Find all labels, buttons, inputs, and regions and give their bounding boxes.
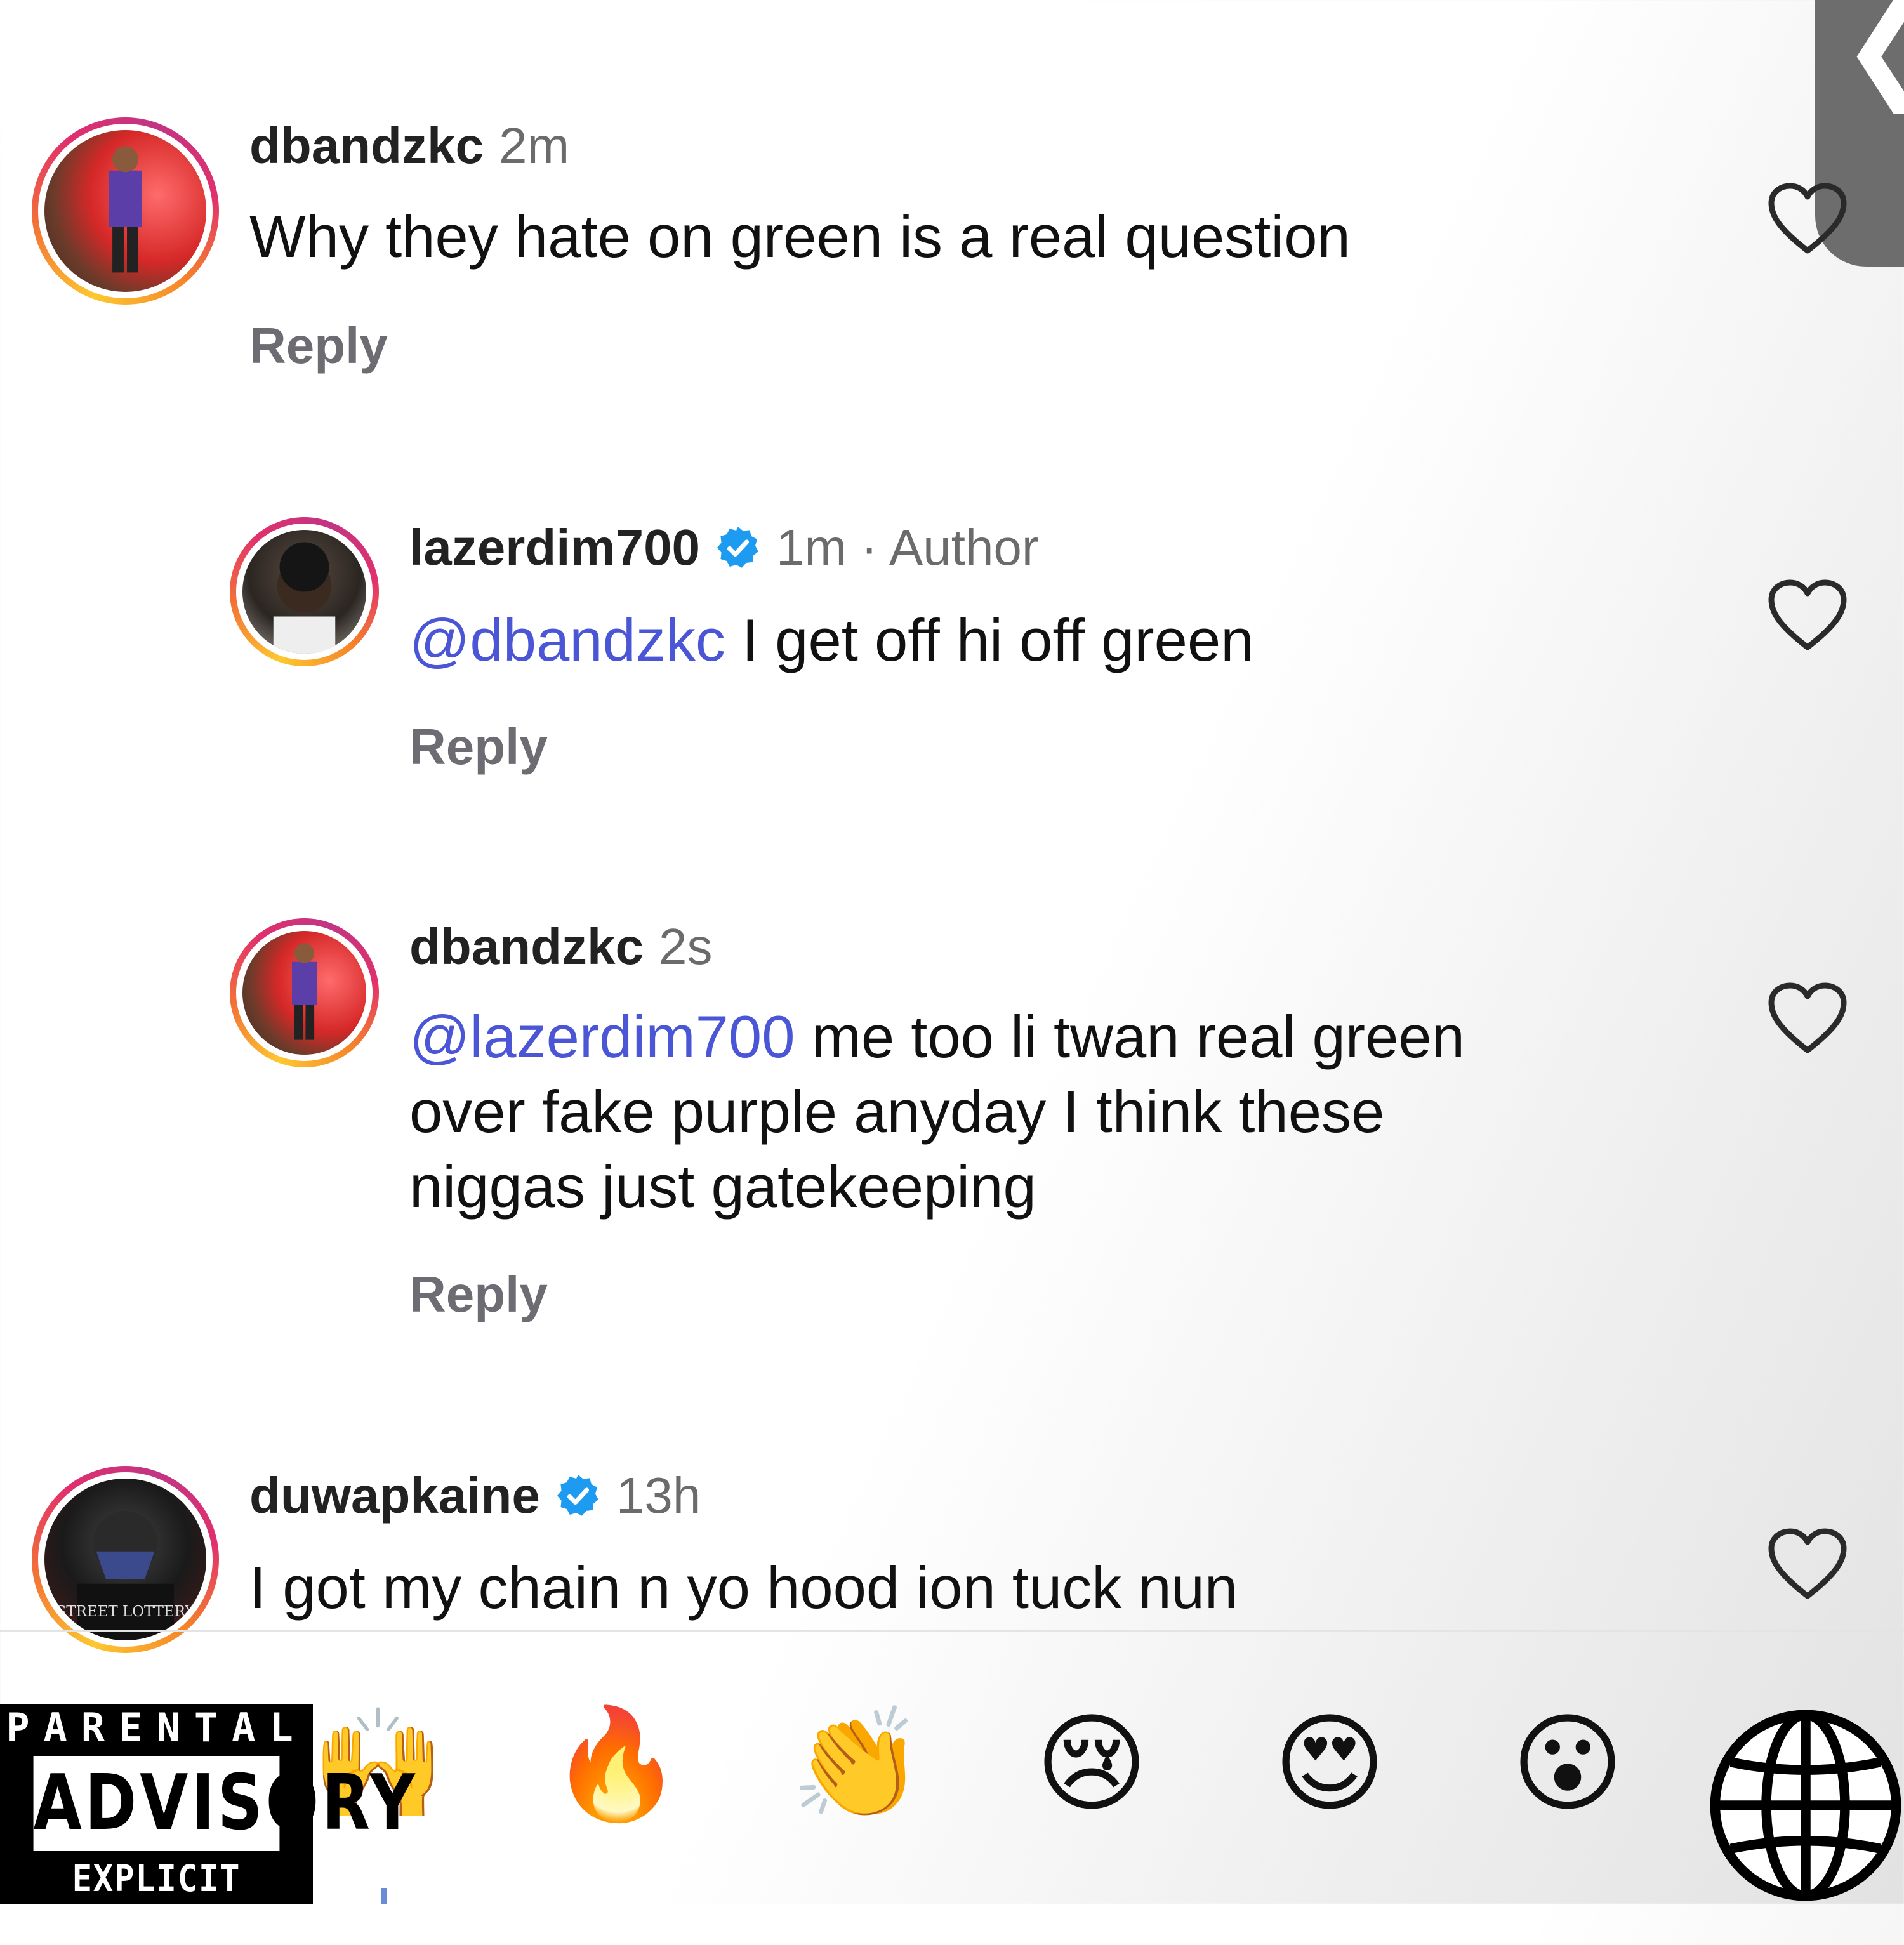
parental-advisory-label: PARENTAL ADVISORY EXPLICIT CONTENT bbox=[0, 1704, 415, 1944]
comment-username[interactable]: dbandzkc bbox=[249, 117, 484, 175]
reply-button[interactable]: Reply bbox=[409, 718, 548, 775]
avatar-photo bbox=[44, 130, 206, 292]
avatar[interactable] bbox=[32, 117, 219, 305]
comment-text-line: @lazerdim700 me too li twan real green bbox=[409, 999, 1465, 1074]
avatar[interactable] bbox=[230, 918, 379, 1067]
advisory-line2: ADVISORY bbox=[33, 1756, 415, 1851]
avatar-photo bbox=[242, 530, 366, 654]
globe-icon bbox=[1710, 1710, 1901, 1901]
heart-icon[interactable] bbox=[1766, 1526, 1849, 1602]
comment-text: @dbandzkc I get off hi off green bbox=[409, 603, 1254, 678]
emoji-clapping[interactable]: 👏 bbox=[790, 1701, 925, 1828]
chevron-left-icon: ❮ bbox=[1841, 0, 1904, 114]
comment-username[interactable]: duwapkaine bbox=[249, 1467, 540, 1524]
avatar[interactable]: STREET LOTTERY bbox=[32, 1466, 219, 1653]
comment-text-body: I get off hi off green bbox=[725, 607, 1254, 673]
avatar-photo bbox=[242, 931, 366, 1055]
verified-badge-icon bbox=[717, 527, 758, 568]
comment-text-line: niggas just gatekeeping bbox=[409, 1153, 1036, 1220]
comment-text: Why they hate on green is a real questio… bbox=[249, 203, 1351, 270]
composer-divider bbox=[0, 1630, 1904, 1632]
advisory-line3: EXPLICIT CONTENT bbox=[72, 1857, 241, 1944]
comment-text-line: over fake purple anyday I think these bbox=[409, 1078, 1385, 1145]
reply-button[interactable]: Reply bbox=[249, 317, 388, 374]
emoji-surprised[interactable]: 😮 bbox=[1504, 1701, 1631, 1828]
comment-timestamp: 2m bbox=[498, 117, 570, 174]
avatar-caption: STREET LOTTERY bbox=[56, 1604, 195, 1620]
advisory-line1: PARENTAL bbox=[6, 1704, 307, 1751]
comment-timestamp: 1m · Author bbox=[776, 519, 1039, 576]
verified-badge-icon bbox=[557, 1475, 598, 1516]
comment-text-body: me too li twan real green bbox=[795, 1003, 1465, 1070]
comment-input-caret[interactable] bbox=[381, 1888, 387, 1904]
emoji-crying[interactable]: 😢 bbox=[1028, 1701, 1155, 1828]
comment-username[interactable]: lazerdim700 bbox=[409, 519, 700, 576]
emoji-fire[interactable]: 🔥 bbox=[549, 1701, 684, 1828]
comment-username[interactable]: dbandzkc bbox=[409, 918, 644, 975]
mention-link[interactable]: @dbandzkc bbox=[409, 607, 725, 673]
reply-button[interactable]: Reply bbox=[409, 1266, 548, 1323]
comment-timestamp: 2s bbox=[658, 918, 713, 975]
avatar-photo: STREET LOTTERY bbox=[44, 1479, 206, 1640]
comment-text: I got my chain n yo hood ion tuck nun bbox=[249, 1554, 1238, 1621]
heart-icon[interactable] bbox=[1766, 181, 1849, 257]
heart-icon[interactable] bbox=[1766, 577, 1849, 654]
mention-link[interactable]: @lazerdim700 bbox=[409, 1003, 795, 1070]
emoji-heart-eyes[interactable]: 😍 bbox=[1266, 1701, 1393, 1828]
heart-icon[interactable] bbox=[1766, 980, 1849, 1057]
comment-timestamp: 13h bbox=[616, 1467, 701, 1524]
avatar[interactable] bbox=[230, 517, 379, 666]
